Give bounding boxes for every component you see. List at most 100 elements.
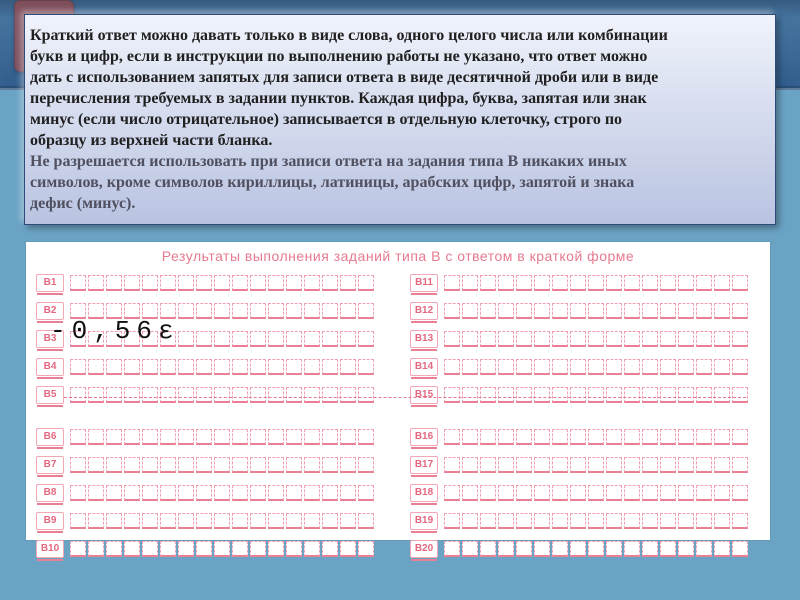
answer-cell[interactable] <box>732 387 748 403</box>
answer-cell[interactable] <box>196 387 212 403</box>
answer-cell[interactable] <box>498 331 514 347</box>
answer-cell[interactable] <box>304 429 320 445</box>
answer-cell[interactable] <box>696 429 712 445</box>
answer-cell[interactable] <box>268 275 284 291</box>
answer-cell[interactable] <box>588 387 604 403</box>
answer-cell[interactable] <box>286 429 302 445</box>
answer-cell[interactable] <box>516 331 532 347</box>
answer-cell[interactable] <box>268 429 284 445</box>
answer-cell[interactable] <box>534 359 550 375</box>
answer-cell[interactable] <box>642 359 658 375</box>
answer-cell[interactable] <box>480 513 496 529</box>
answer-cell[interactable] <box>696 513 712 529</box>
answer-cell[interactable] <box>142 457 158 473</box>
answer-cell[interactable] <box>88 275 104 291</box>
answer-cell[interactable] <box>304 331 320 347</box>
answer-cell[interactable] <box>642 485 658 501</box>
answer-cell[interactable] <box>340 303 356 319</box>
answer-cell[interactable] <box>196 331 212 347</box>
answer-cell[interactable] <box>304 303 320 319</box>
answer-cell[interactable] <box>732 275 748 291</box>
answer-cell[interactable] <box>232 513 248 529</box>
answer-cell[interactable] <box>268 303 284 319</box>
answer-cell[interactable] <box>606 275 622 291</box>
answer-cell[interactable] <box>534 541 550 557</box>
answer-cell[interactable] <box>142 485 158 501</box>
answer-cell[interactable] <box>606 485 622 501</box>
answer-cell[interactable] <box>570 359 586 375</box>
answer-cell[interactable] <box>124 513 140 529</box>
answer-cell[interactable] <box>660 541 676 557</box>
answer-cell[interactable] <box>268 457 284 473</box>
answer-cell[interactable] <box>358 485 374 501</box>
answer-cell[interactable] <box>268 513 284 529</box>
answer-cell[interactable] <box>124 541 140 557</box>
answer-cell[interactable] <box>106 387 122 403</box>
answer-cell[interactable] <box>196 303 212 319</box>
answer-cell[interactable] <box>588 541 604 557</box>
answer-cell[interactable] <box>624 387 640 403</box>
answer-cell[interactable] <box>570 485 586 501</box>
answer-cell[interactable] <box>124 359 140 375</box>
answer-cell[interactable] <box>516 387 532 403</box>
answer-cell[interactable] <box>498 541 514 557</box>
answer-cell[interactable] <box>714 331 730 347</box>
answer-cell[interactable] <box>178 303 194 319</box>
answer-cell[interactable] <box>732 331 748 347</box>
answer-cell[interactable] <box>286 303 302 319</box>
answer-cell[interactable] <box>714 303 730 319</box>
answer-cell[interactable] <box>642 387 658 403</box>
answer-cell[interactable] <box>160 513 176 529</box>
answer-cell[interactable] <box>232 359 248 375</box>
answer-cell[interactable] <box>588 331 604 347</box>
answer-cell[interactable] <box>552 331 568 347</box>
answer-cell[interactable] <box>142 387 158 403</box>
answer-cell[interactable] <box>678 485 694 501</box>
answer-cell[interactable] <box>624 541 640 557</box>
answer-cell[interactable] <box>444 387 460 403</box>
answer-cell[interactable] <box>70 541 86 557</box>
answer-cell[interactable] <box>232 429 248 445</box>
answer-cell[interactable] <box>232 541 248 557</box>
answer-cell[interactable] <box>696 275 712 291</box>
answer-cell[interactable] <box>660 429 676 445</box>
answer-cell[interactable] <box>570 331 586 347</box>
answer-cell[interactable] <box>696 359 712 375</box>
answer-cell[interactable] <box>552 387 568 403</box>
answer-cell[interactable] <box>268 541 284 557</box>
answer-cell[interactable] <box>516 275 532 291</box>
answer-cell[interactable] <box>322 513 338 529</box>
answer-cell[interactable] <box>322 331 338 347</box>
answer-cell[interactable] <box>606 303 622 319</box>
answer-cell[interactable] <box>160 359 176 375</box>
answer-cell[interactable] <box>160 275 176 291</box>
answer-cell[interactable] <box>88 485 104 501</box>
answer-cell[interactable] <box>624 485 640 501</box>
answer-cell[interactable] <box>624 303 640 319</box>
answer-cell[interactable] <box>340 275 356 291</box>
answer-cell[interactable] <box>268 359 284 375</box>
answer-cell[interactable] <box>642 331 658 347</box>
answer-cell[interactable] <box>286 513 302 529</box>
answer-cell[interactable] <box>178 429 194 445</box>
answer-cell[interactable] <box>160 429 176 445</box>
answer-cell[interactable] <box>606 513 622 529</box>
answer-cell[interactable] <box>570 275 586 291</box>
answer-cell[interactable] <box>714 359 730 375</box>
answer-cell[interactable] <box>340 513 356 529</box>
answer-cell[interactable] <box>660 457 676 473</box>
answer-cell[interactable] <box>660 303 676 319</box>
answer-cell[interactable] <box>444 331 460 347</box>
answer-cell[interactable] <box>588 457 604 473</box>
answer-cell[interactable] <box>462 457 478 473</box>
answer-cell[interactable] <box>498 485 514 501</box>
answer-cell[interactable] <box>552 457 568 473</box>
answer-cell[interactable] <box>624 513 640 529</box>
answer-cell[interactable] <box>268 331 284 347</box>
answer-cell[interactable] <box>516 429 532 445</box>
answer-cell[interactable] <box>70 457 86 473</box>
answer-cell[interactable] <box>714 541 730 557</box>
answer-cell[interactable] <box>570 429 586 445</box>
answer-cell[interactable] <box>588 513 604 529</box>
answer-cell[interactable] <box>498 387 514 403</box>
